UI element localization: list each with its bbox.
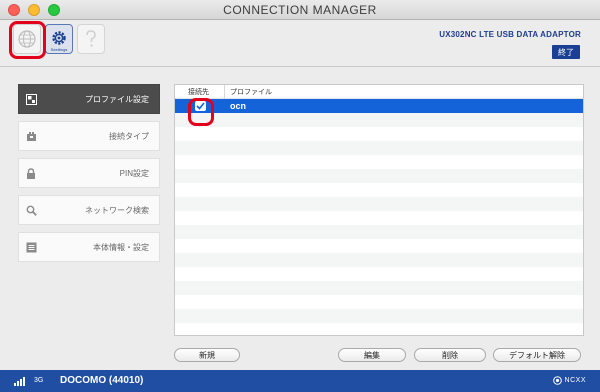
sidebar: プロファイル設定 接続タイプ PIN設定 ネットワーク検索 本体情報・設定 [18,84,160,269]
profile-icon [25,93,37,105]
empty-rows [175,113,583,335]
column-header-destination[interactable]: 接続先 [175,85,225,99]
profile-table: 接続先 プロファイル ocn [174,84,584,336]
edit-profile-button[interactable]: 編集 [338,348,406,362]
brand-logo: NCXX [552,376,586,385]
carrier-name: DOCOMO (44010) [60,375,144,386]
info-list-icon [25,241,37,253]
device-name: UX302NC LTE USB DATA ADAPTOR [439,30,581,39]
empty-table-row [175,281,583,295]
empty-table-row [175,127,583,141]
sidebar-item-profile-settings[interactable]: プロファイル設定 [18,84,160,114]
new-profile-button[interactable]: 新規 [174,348,240,362]
toolbar-divider [0,66,600,67]
empty-table-row [175,253,583,267]
lock-icon [25,167,37,179]
sidebar-item-label: 接続タイプ [109,131,149,141]
network-type: 3G [34,377,44,384]
empty-table-row [175,113,583,127]
status-bar: 3G DOCOMO (44010) NCXX [0,370,600,392]
empty-table-row [175,239,583,253]
window-title: CONNECTION MANAGER [223,2,377,17]
sidebar-item-label: ネットワーク検索 [85,205,149,215]
settings-tool-caption: Seettings [50,47,68,52]
sidebar-item-connection-type[interactable]: 接続タイプ [18,121,160,151]
delete-profile-button[interactable]: 削除 [414,348,486,362]
brand-mark-icon [552,376,562,385]
empty-table-row [175,155,583,169]
app-window: CONNECTION MANAGER Seettings UX302NC LTE… [0,0,600,392]
help-tool-button[interactable] [77,24,105,54]
column-header-profile[interactable]: プロファイル [225,85,272,99]
empty-table-row [175,197,583,211]
window-controls [8,4,60,16]
connection-tool-highlight [9,21,46,59]
exit-button[interactable]: 終了 [552,45,580,59]
settings-tool-button[interactable]: Seettings [45,24,73,54]
clear-default-button[interactable]: デフォルト解除 [493,348,581,362]
sidebar-item-pin-settings[interactable]: PIN設定 [18,158,160,188]
empty-table-row [175,225,583,239]
profile-name-cell: ocn [230,101,247,111]
empty-table-row [175,169,583,183]
connection-type-icon [25,130,37,142]
toolbar: Seettings UX302NC LTE USB DATA ADAPTOR 終… [0,21,600,65]
empty-table-row [175,309,583,323]
signal-strength-icon [14,376,25,386]
zoom-window-button[interactable] [48,4,60,16]
empty-table-row [175,295,583,309]
empty-table-row [175,141,583,155]
close-window-button[interactable] [8,4,20,16]
empty-table-row [175,183,583,197]
sidebar-item-label: プロファイル設定 [85,94,149,104]
table-row[interactable]: ocn [175,99,583,113]
sidebar-item-network-search[interactable]: ネットワーク検索 [18,195,160,225]
sidebar-item-label: PIN設定 [119,168,149,178]
gear-icon [52,31,66,45]
title-bar: CONNECTION MANAGER [0,0,600,20]
minimize-window-button[interactable] [28,4,40,16]
brand-name: NCXX [564,377,586,384]
empty-table-row [175,267,583,281]
table-header: 接続先 プロファイル [175,85,583,99]
search-icon [25,204,37,216]
help-icon [86,30,96,47]
sidebar-item-device-info[interactable]: 本体情報・設定 [18,232,160,262]
empty-table-row [175,211,583,225]
sidebar-item-label: 本体情報・設定 [93,242,149,252]
checkbox-highlight [188,98,214,126]
empty-table-row [175,323,583,335]
